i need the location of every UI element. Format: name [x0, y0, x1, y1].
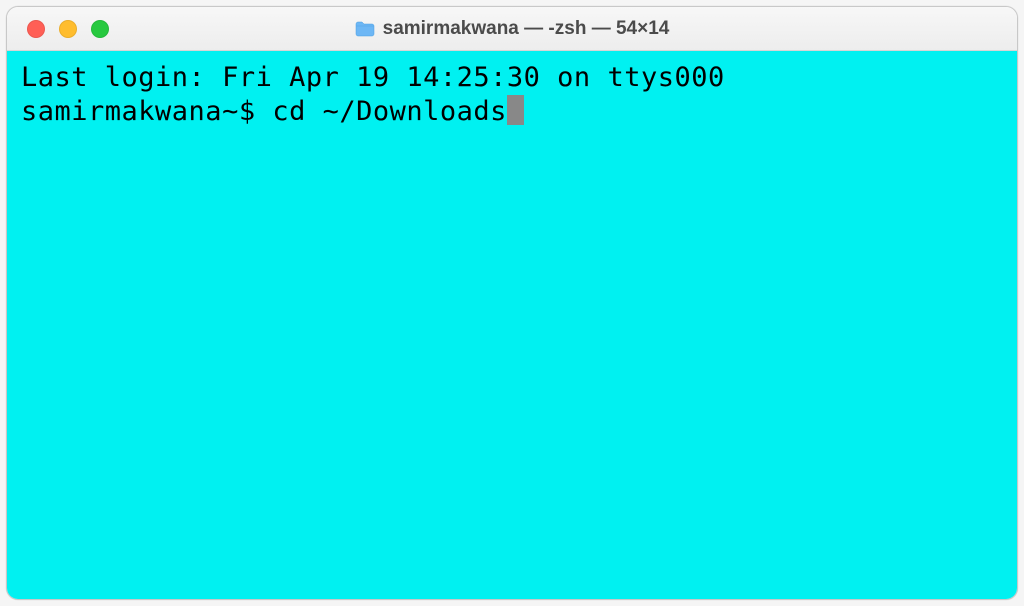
window-title: samirmakwana — -zsh — 54×14: [383, 18, 670, 40]
minimize-button[interactable]: [59, 20, 77, 38]
window-titlebar: samirmakwana — -zsh — 54×14: [7, 7, 1017, 51]
terminal-window: samirmakwana — -zsh — 54×14 Last login: …: [6, 6, 1018, 600]
close-button[interactable]: [27, 20, 45, 38]
shell-prompt: samirmakwana~$: [21, 95, 272, 129]
prompt-line: samirmakwana~$ cd ~/Downloads: [21, 95, 1003, 129]
traffic-lights: [7, 20, 109, 38]
cursor: [507, 95, 524, 125]
terminal-body[interactable]: Last login: Fri Apr 19 14:25:30 on ttys0…: [7, 51, 1017, 599]
last-login-line: Last login: Fri Apr 19 14:25:30 on ttys0…: [21, 61, 1003, 95]
folder-icon: [355, 21, 375, 37]
command-text: cd ~/Downloads: [272, 95, 507, 129]
title-center: samirmakwana — -zsh — 54×14: [7, 18, 1017, 40]
maximize-button[interactable]: [91, 20, 109, 38]
